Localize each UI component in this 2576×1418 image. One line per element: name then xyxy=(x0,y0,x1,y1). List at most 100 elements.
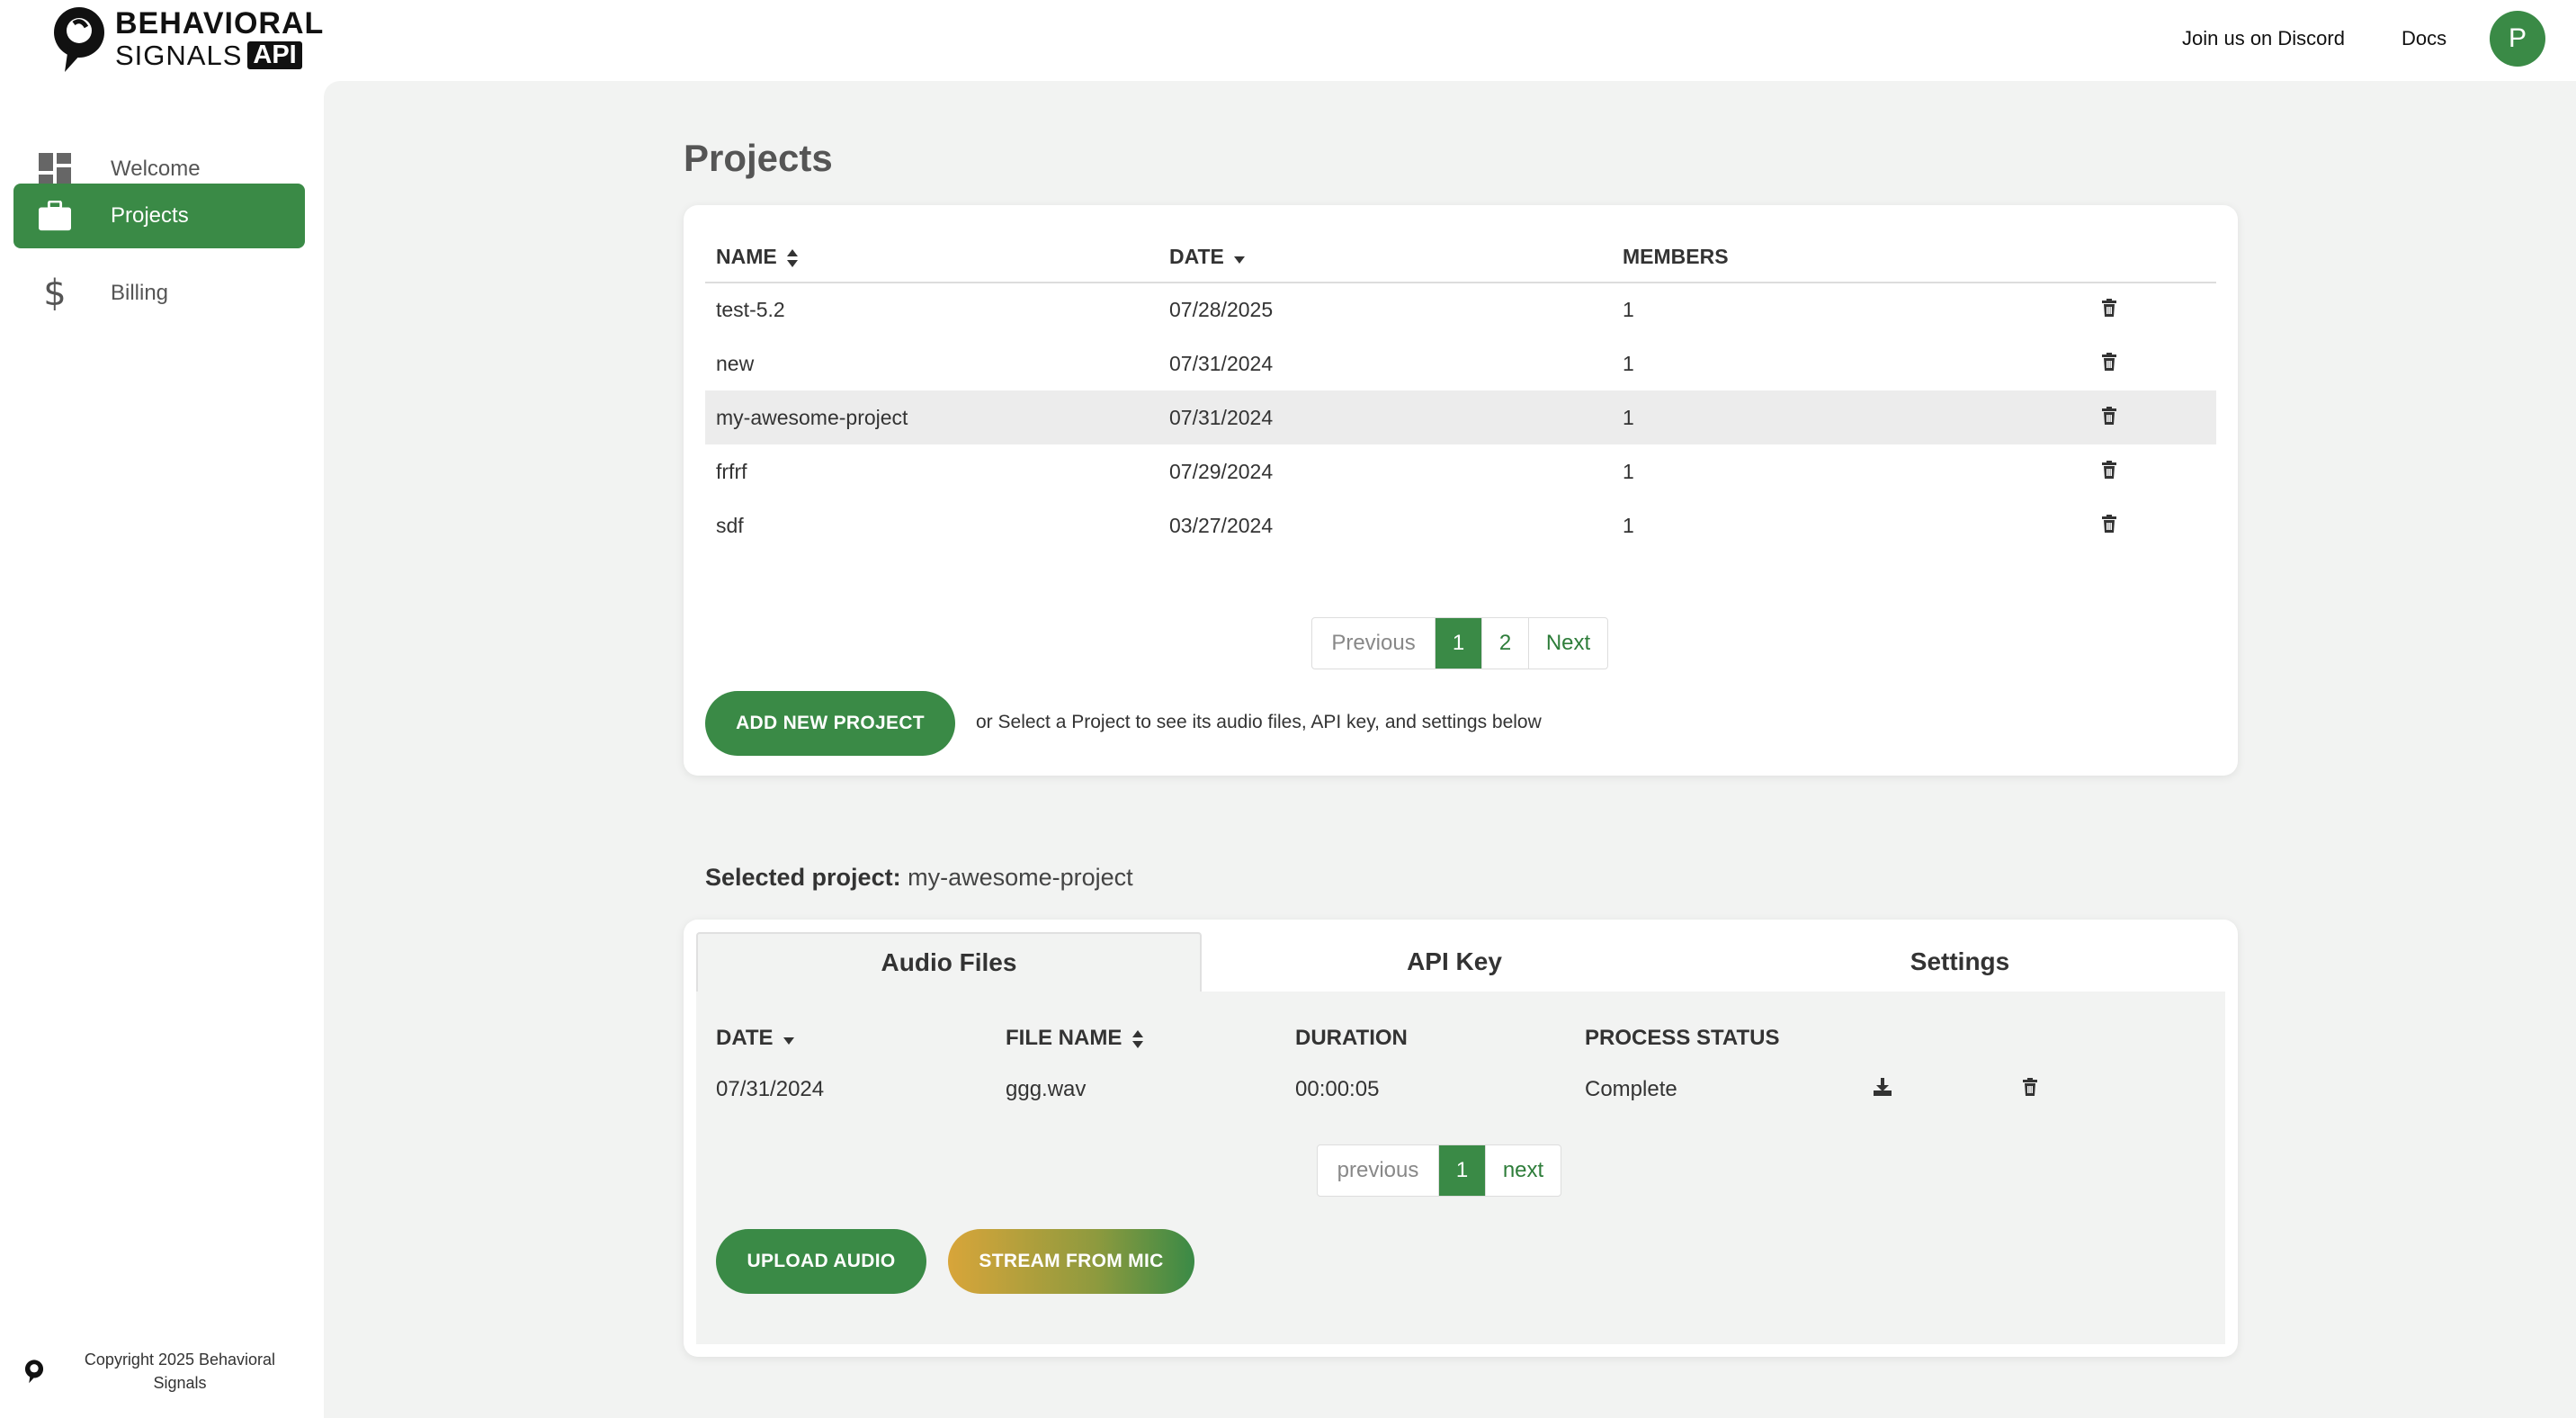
project-members-cell: 1 xyxy=(1612,390,2065,444)
top-bar: BEHAVIORAL SIGNALS API Join us on Discor… xyxy=(0,0,2576,81)
column-delete-header xyxy=(2022,1013,2173,1064)
table-row[interactable]: frfrf 07/29/2024 1 xyxy=(705,444,2216,498)
column-file-name-header[interactable]: FILE NAME xyxy=(1006,1013,1295,1064)
sidebar-item-label: Projects xyxy=(111,203,189,228)
selected-project-name: my-awesome-project xyxy=(908,864,1133,891)
selection-hint: or Select a Project to see its audio fil… xyxy=(976,712,1542,732)
avatar[interactable]: P xyxy=(2490,11,2545,67)
sidebar: Welcome Projects $ Billing Copyright 202… xyxy=(0,81,324,1418)
page-title: Projects xyxy=(684,137,833,179)
column-label: NAME xyxy=(716,245,777,268)
project-actions-cell xyxy=(2065,390,2216,444)
trash-icon[interactable] xyxy=(2101,514,2117,537)
column-members-header: MEMBERS xyxy=(1612,232,2065,283)
projects-pagination: Previous 1 2 Next xyxy=(1311,617,1608,669)
selected-project-line: Selected project: my-awesome-project xyxy=(705,864,1133,892)
table-row[interactable]: new 07/31/2024 1 xyxy=(705,337,2216,390)
copyright: Copyright 2025 Behavioral Signals xyxy=(23,1348,311,1395)
column-label: DATE xyxy=(716,1026,774,1050)
column-name-header[interactable]: NAME xyxy=(705,232,1158,283)
project-members-cell: 1 xyxy=(1623,459,1634,483)
sort-icon xyxy=(787,248,799,267)
project-detail-card: Audio Files API Key Settings DATE FILE N… xyxy=(684,920,2238,1357)
audio-files-pagination: previous 1 next xyxy=(1317,1144,1561,1197)
download-icon[interactable] xyxy=(1873,1077,1892,1102)
sort-desc-icon xyxy=(783,1037,795,1045)
tab-api-key[interactable]: API Key xyxy=(1202,932,1707,992)
file-delete-cell xyxy=(2022,1064,2173,1116)
tab-audio-files[interactable]: Audio Files xyxy=(696,932,1202,992)
trash-icon[interactable] xyxy=(2022,1077,2038,1101)
dollar-icon: $ xyxy=(43,273,67,314)
sidebar-item-label: Welcome xyxy=(111,157,201,181)
selected-project-label: Selected project: xyxy=(705,864,901,891)
logo-api-badge: API xyxy=(247,41,302,69)
trash-icon[interactable] xyxy=(2101,406,2117,429)
project-date-cell: 07/29/2024 xyxy=(1169,459,1274,483)
file-status-cell: Complete xyxy=(1585,1077,1677,1101)
project-date-cell: 07/31/2024 xyxy=(1158,390,1612,444)
tab-settings[interactable]: Settings xyxy=(1707,932,2213,992)
brand-logo[interactable]: BEHAVIORAL SIGNALS API xyxy=(50,4,324,74)
table-row[interactable]: sdf 03/27/2024 1 xyxy=(705,498,2216,552)
trash-icon[interactable] xyxy=(2101,460,2117,483)
pagination-page-2[interactable]: 2 xyxy=(1481,618,1528,669)
dashboard-icon xyxy=(39,153,71,185)
sidebar-item-projects[interactable]: Projects xyxy=(13,184,305,248)
trash-icon[interactable] xyxy=(2101,352,2117,375)
column-label: DATE xyxy=(1169,245,1224,268)
sidebar-item-billing[interactable]: $ Billing xyxy=(13,261,305,326)
column-label: DURATION xyxy=(1295,1026,1408,1050)
column-label: MEMBERS xyxy=(1623,245,1729,268)
column-date-header[interactable]: DATE xyxy=(1158,232,1612,283)
column-duration-header: DURATION xyxy=(1295,1013,1585,1064)
project-actions-cell xyxy=(2065,337,2216,390)
project-members-cell: 1 xyxy=(1623,351,1634,375)
audio-files-table: DATE FILE NAME DURATION PROCESS STATUS 0… xyxy=(716,1013,2173,1116)
column-status-header: PROCESS STATUS xyxy=(1585,1013,1873,1064)
pagination-previous[interactable]: Previous xyxy=(1312,618,1435,669)
stream-from-mic-button[interactable]: STREAM FROM MIC xyxy=(948,1229,1194,1294)
detail-tabs: Audio Files API Key Settings xyxy=(696,932,2225,992)
docs-link[interactable]: Docs xyxy=(2402,27,2446,50)
project-actions-cell xyxy=(2065,498,2216,552)
column-label: FILE NAME xyxy=(1006,1026,1123,1050)
pagination-next[interactable]: Next xyxy=(1528,618,1607,669)
pagination-page-1[interactable]: 1 xyxy=(1438,1145,1485,1196)
logo-mark-icon xyxy=(54,7,104,72)
project-actions-cell xyxy=(2065,444,2216,498)
column-actions-header xyxy=(2065,232,2216,283)
add-new-project-button[interactable]: ADD NEW PROJECT xyxy=(705,691,955,756)
discord-link[interactable]: Join us on Discord xyxy=(2182,27,2345,50)
project-date-cell: 03/27/2024 xyxy=(1169,513,1274,537)
trash-icon[interactable] xyxy=(2101,298,2117,321)
file-duration-cell: 00:00:05 xyxy=(1295,1077,1380,1101)
table-row[interactable]: test-5.2 07/28/2025 1 xyxy=(705,283,2216,337)
column-download-header xyxy=(1873,1013,2022,1064)
projects-card: NAME DATE MEMBERS test-5.2 07/28/2025 1 new… xyxy=(684,205,2238,776)
project-name-cell: new xyxy=(716,351,755,375)
column-date-header[interactable]: DATE xyxy=(716,1013,1006,1064)
pagination-page-1[interactable]: 1 xyxy=(1435,618,1481,669)
project-name-cell: my-awesome-project xyxy=(705,390,1158,444)
upload-audio-button[interactable]: UPLOAD AUDIO xyxy=(716,1229,926,1294)
file-download-cell xyxy=(1873,1064,2022,1116)
logo-wordmark-top: BEHAVIORAL xyxy=(115,6,325,40)
file-name-cell: ggg.wav xyxy=(1006,1077,1087,1101)
footer-logo-icon xyxy=(24,1360,44,1384)
pagination-previous[interactable]: previous xyxy=(1318,1145,1438,1196)
project-name-cell: frfrf xyxy=(716,459,747,483)
table-row[interactable]: my-awesome-project 07/31/2024 1 xyxy=(705,390,2216,444)
pagination-next[interactable]: next xyxy=(1485,1145,1561,1196)
logo-wordmark-bottom: SIGNALS xyxy=(115,40,243,71)
project-name-cell: sdf xyxy=(716,513,744,537)
sidebar-item-label: Billing xyxy=(111,281,169,305)
column-label: PROCESS STATUS xyxy=(1585,1026,1780,1050)
project-members-cell: 1 xyxy=(1623,513,1634,537)
project-name-cell: test-5.2 xyxy=(716,298,785,321)
audio-files-panel: DATE FILE NAME DURATION PROCESS STATUS 0… xyxy=(696,992,2225,1344)
projects-table: NAME DATE MEMBERS test-5.2 07/28/2025 1 new… xyxy=(705,232,2216,552)
sort-icon xyxy=(1132,1029,1143,1048)
sort-desc-icon xyxy=(1234,256,1246,264)
file-date-cell: 07/31/2024 xyxy=(716,1077,825,1101)
